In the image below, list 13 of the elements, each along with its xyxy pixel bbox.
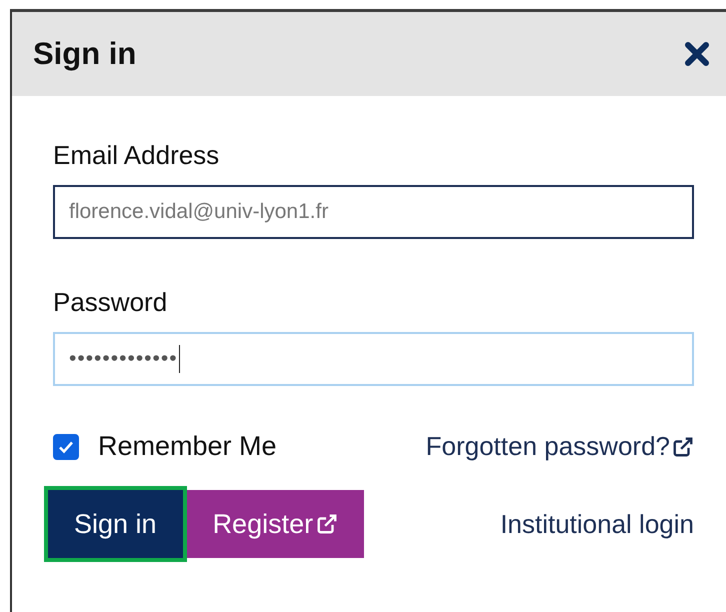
dialog-title: Sign in	[33, 36, 136, 72]
input-field[interactable]: •••••••••••••	[53, 332, 694, 386]
institutional-login-link[interactable]: Institutional login	[500, 508, 694, 540]
sign-in-button[interactable]: Sign in	[48, 490, 183, 558]
close-icon[interactable]	[684, 41, 710, 67]
checkbox[interactable]	[53, 434, 79, 460]
register-button[interactable]: Register	[186, 490, 364, 558]
external-link-icon	[672, 436, 694, 458]
field-label: Email Address	[53, 140, 220, 171]
input-field[interactable]: florence.vidal@univ-lyon1.fr	[53, 185, 694, 239]
field-label: Password	[53, 287, 168, 318]
forgotten-password-link[interactable]: Forgotten password?	[426, 431, 694, 462]
checkbox-label: Remember Me	[98, 431, 277, 462]
